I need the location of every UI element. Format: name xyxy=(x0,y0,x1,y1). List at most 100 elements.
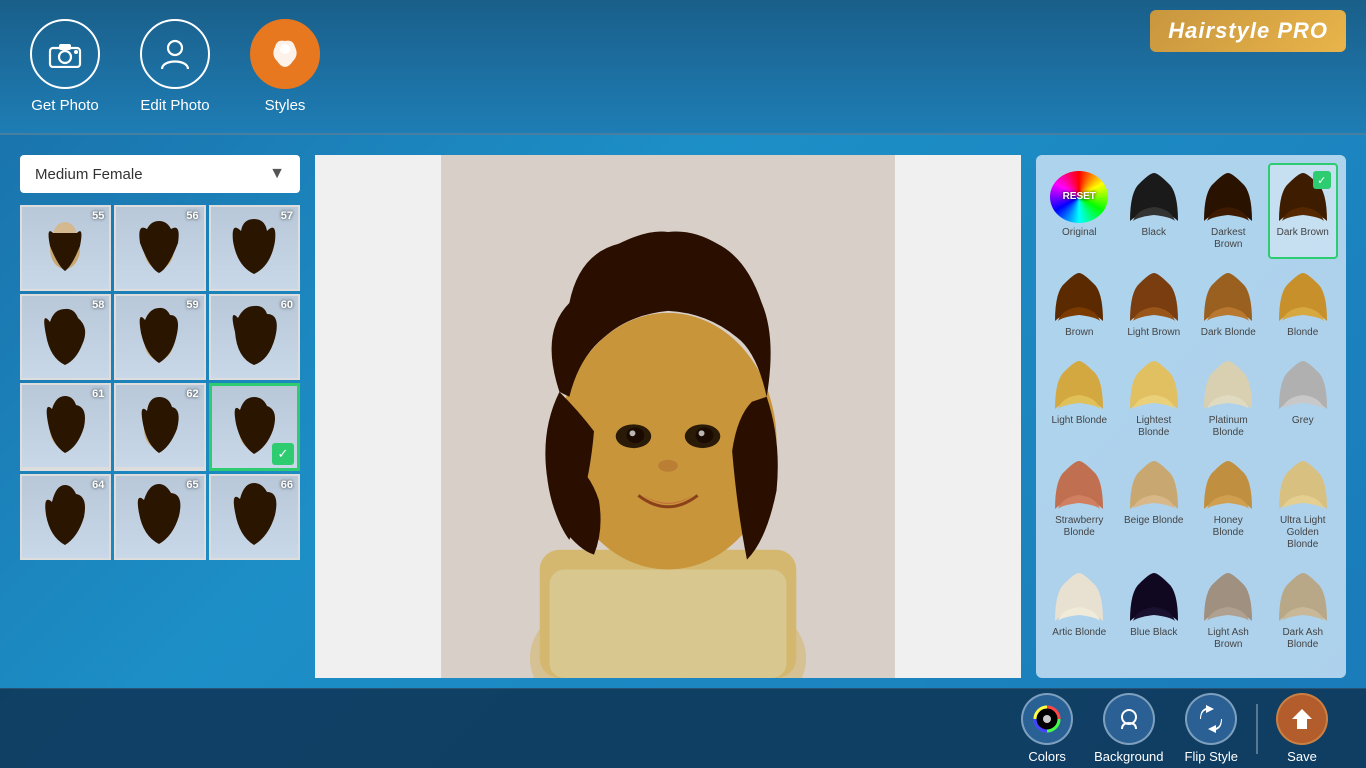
color-blonde[interactable]: Blonde xyxy=(1268,263,1339,347)
bottom-bar: Colors Background Flip Style Save xyxy=(0,688,1366,768)
color-beige-blonde[interactable]: Beige Blonde xyxy=(1119,451,1190,559)
color-label-dark-brown: Dark Brown xyxy=(1277,227,1329,239)
style-num-59: 59 xyxy=(186,299,198,311)
nav-styles[interactable]: Styles xyxy=(250,19,320,114)
style-item-65[interactable]: 65 xyxy=(114,474,205,560)
background-icon xyxy=(1103,693,1155,745)
style-selected-checkmark: ✓ xyxy=(272,443,294,465)
color-label-darkest-brown: Darkest Brown xyxy=(1197,227,1260,251)
color-label-light-blonde: Light Blonde xyxy=(1051,415,1107,427)
color-blue-black[interactable]: Blue Black xyxy=(1119,563,1190,659)
style-num-64: 64 xyxy=(92,479,104,491)
color-lightest-blonde[interactable]: Lightest Blonde xyxy=(1119,351,1190,447)
style-item-64[interactable]: 64 xyxy=(20,474,111,560)
style-num-65: 65 xyxy=(186,479,198,491)
color-label-platinum-blonde: Platinum Blonde xyxy=(1197,415,1260,439)
style-item-59[interactable]: 59 xyxy=(114,294,205,380)
nav-get-photo[interactable]: Get Photo xyxy=(30,19,100,114)
style-num-60: 60 xyxy=(281,299,293,311)
style-num-55: 55 xyxy=(92,210,104,222)
colors-icon xyxy=(1021,693,1073,745)
color-strawberry-blonde[interactable]: Strawberry Blonde xyxy=(1044,451,1115,559)
color-original[interactable]: RESET Original xyxy=(1044,163,1115,259)
colors-label: Colors xyxy=(1028,749,1066,764)
style-item-63[interactable]: ✓ xyxy=(209,383,300,471)
color-light-ash-brown[interactable]: Light Ash Brown xyxy=(1193,563,1264,659)
style-item-66[interactable]: 66 xyxy=(209,474,300,560)
color-label-blue-black: Blue Black xyxy=(1130,627,1177,639)
color-label-dark-blonde: Dark Blonde xyxy=(1201,327,1256,339)
save-button[interactable]: Save xyxy=(1276,693,1328,764)
color-label-ultra-light-golden-blonde: Ultra Light Golden Blonde xyxy=(1272,515,1335,551)
color-artic-blonde[interactable]: Artic Blonde xyxy=(1044,563,1115,659)
color-label-light-brown: Light Brown xyxy=(1127,327,1180,339)
style-num-58: 58 xyxy=(92,299,104,311)
logo-area: Hairstyle PRO xyxy=(1150,10,1346,52)
style-item-56[interactable]: 56 xyxy=(114,205,205,291)
color-light-brown[interactable]: Light Brown xyxy=(1119,263,1190,347)
background-button[interactable]: Background xyxy=(1094,693,1163,764)
flip-style-icon xyxy=(1185,693,1237,745)
top-bar: Get Photo Edit Photo Styles Hairstyle PR… xyxy=(0,0,1366,135)
style-num-57: 57 xyxy=(281,210,293,222)
save-label: Save xyxy=(1287,749,1317,764)
color-label-brown: Brown xyxy=(1065,327,1093,339)
color-label-black: Black xyxy=(1142,227,1166,239)
color-label-strawberry-blonde: Strawberry Blonde xyxy=(1048,515,1111,539)
color-dark-ash-blonde[interactable]: Dark Ash Blonde xyxy=(1268,563,1339,659)
main-content: Medium Female ▼ 55 xyxy=(0,135,1366,688)
color-label-grey: Grey xyxy=(1292,415,1314,427)
style-dropdown[interactable]: Medium Female ▼ xyxy=(20,155,300,193)
style-item-62[interactable]: 62 xyxy=(114,383,205,471)
color-label-dark-ash-blonde: Dark Ash Blonde xyxy=(1272,627,1335,651)
flip-style-label: Flip Style xyxy=(1185,749,1238,764)
right-panel: RESET Original Black Darkest Brown xyxy=(1036,155,1346,678)
color-label-beige-blonde: Beige Blonde xyxy=(1124,515,1184,527)
dropdown-arrow-icon: ▼ xyxy=(269,165,285,183)
reset-swatch-container: RESET xyxy=(1049,169,1109,224)
colors-button[interactable]: Colors xyxy=(1021,693,1073,764)
left-panel: Medium Female ▼ 55 xyxy=(20,155,300,678)
style-num-56: 56 xyxy=(186,210,198,222)
style-item-55[interactable]: 55 xyxy=(20,205,111,291)
color-label-lightest-blonde: Lightest Blonde xyxy=(1123,415,1186,439)
dark-brown-selected-checkmark: ✓ xyxy=(1313,171,1331,189)
color-dark-brown[interactable]: ✓ Dark Brown xyxy=(1268,163,1339,259)
color-honey-blonde[interactable]: Honey Blonde xyxy=(1193,451,1264,559)
color-label-original: Original xyxy=(1062,227,1096,239)
color-label-artic-blonde: Artic Blonde xyxy=(1052,627,1106,639)
person-icon xyxy=(140,19,210,89)
color-label-blonde: Blonde xyxy=(1287,327,1318,339)
color-label-honey-blonde: Honey Blonde xyxy=(1197,515,1260,539)
color-dark-blonde[interactable]: Dark Blonde xyxy=(1193,263,1264,347)
style-num-66: 66 xyxy=(281,479,293,491)
dark-brown-swatch-container: ✓ xyxy=(1273,169,1333,224)
black-swatch-container xyxy=(1124,169,1184,224)
style-num-62: 62 xyxy=(186,388,198,400)
edit-photo-label: Edit Photo xyxy=(140,97,209,114)
color-light-blonde[interactable]: Light Blonde xyxy=(1044,351,1115,447)
color-platinum-blonde[interactable]: Platinum Blonde xyxy=(1193,351,1264,447)
styles-grid: 55 56 xyxy=(20,205,300,560)
color-grey[interactable]: Grey xyxy=(1268,351,1339,447)
darkest-brown-swatch-container xyxy=(1198,169,1258,224)
flip-style-button[interactable]: Flip Style xyxy=(1185,693,1238,764)
nav-edit-photo[interactable]: Edit Photo xyxy=(140,19,210,114)
style-item-58[interactable]: 58 xyxy=(20,294,111,380)
style-item-57[interactable]: 57 xyxy=(209,205,300,291)
get-photo-label: Get Photo xyxy=(31,97,99,114)
bottom-divider xyxy=(1256,704,1258,754)
center-panel xyxy=(315,155,1021,678)
style-num-61: 61 xyxy=(92,388,104,400)
styles-icon xyxy=(250,19,320,89)
style-item-61[interactable]: 61 xyxy=(20,383,111,471)
color-brown[interactable]: Brown xyxy=(1044,263,1115,347)
styles-label: Styles xyxy=(265,97,306,114)
color-label-light-ash-brown: Light Ash Brown xyxy=(1197,627,1260,651)
color-black[interactable]: Black xyxy=(1119,163,1190,259)
color-darkest-brown[interactable]: Darkest Brown xyxy=(1193,163,1264,259)
style-item-60[interactable]: 60 xyxy=(209,294,300,380)
app-title: Hairstyle PRO xyxy=(1150,10,1346,52)
color-ultra-light-golden-blonde[interactable]: Ultra Light Golden Blonde xyxy=(1268,451,1339,559)
camera-icon xyxy=(30,19,100,89)
